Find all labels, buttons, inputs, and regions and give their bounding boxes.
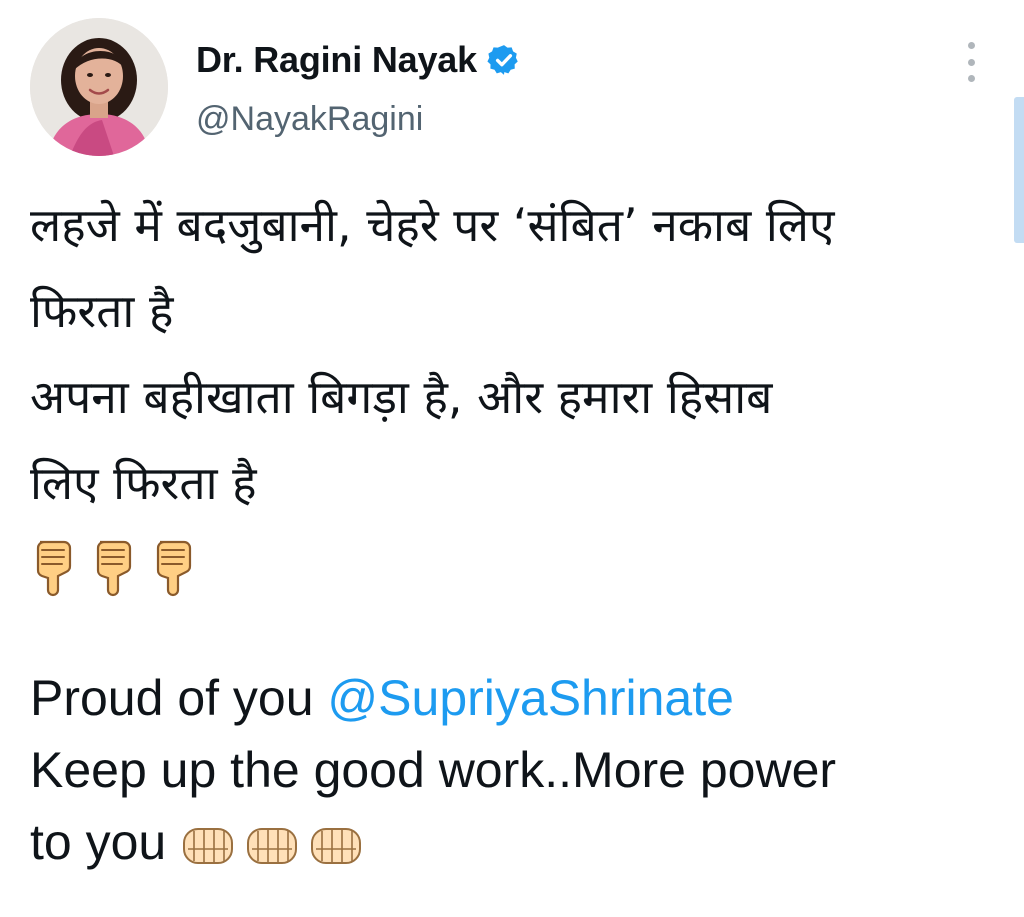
tweet-line: फिरता है [30,284,174,338]
profile-photo-icon [30,18,168,156]
tweet-card: Dr. Ragini Nayak @NayakRagini लहजे में ब… [0,0,1024,917]
fist-bump-icon [247,827,298,864]
avatar[interactable] [30,18,168,156]
tweet-line: अपना बहीखाता बिगड़ा है, और हमारा हिसाब [30,370,773,424]
thumbs-down-icon [96,540,132,597]
more-dot-icon [967,42,975,49]
thumbs-down-icon [156,540,192,597]
author-handle[interactable]: @NayakRagini [196,100,423,139]
scrollbar-thumb[interactable] [1014,97,1024,243]
tweet-line: to you [30,806,1005,878]
tweet-line: लहजे में बदजुबानी, चेहरे पर ‘संबित’ नकाब… [30,198,835,252]
tweet-text: लहजे में बदजुबानी, चेहरे पर ‘संबित’ नकाब… [30,182,1005,878]
verified-badge-icon [487,45,518,75]
tweet-text-segment: to you [30,814,167,870]
thumbs-down-icon [36,540,72,597]
fist-bump-icon [183,827,234,864]
more-dot-icon [967,58,975,66]
tweet-line: Proud of you @SupriyaShrinate [30,662,1005,734]
fist-bump-icon [311,827,362,864]
tweet-line: लिए फिरता है [30,456,257,510]
thumbs-down-emoji-row [30,532,1005,602]
more-options-button[interactable] [958,40,984,84]
more-dot-icon [967,75,975,82]
author-name-row: Dr. Ragini Nayak [196,36,521,84]
tweet-text-segment: Proud of you [30,670,328,726]
tweet-line: Keep up the good work..More power [30,742,837,798]
mention-link[interactable]: @SupriyaShrinate [327,670,734,726]
author-display-name[interactable]: Dr. Ragini Nayak [196,39,477,81]
